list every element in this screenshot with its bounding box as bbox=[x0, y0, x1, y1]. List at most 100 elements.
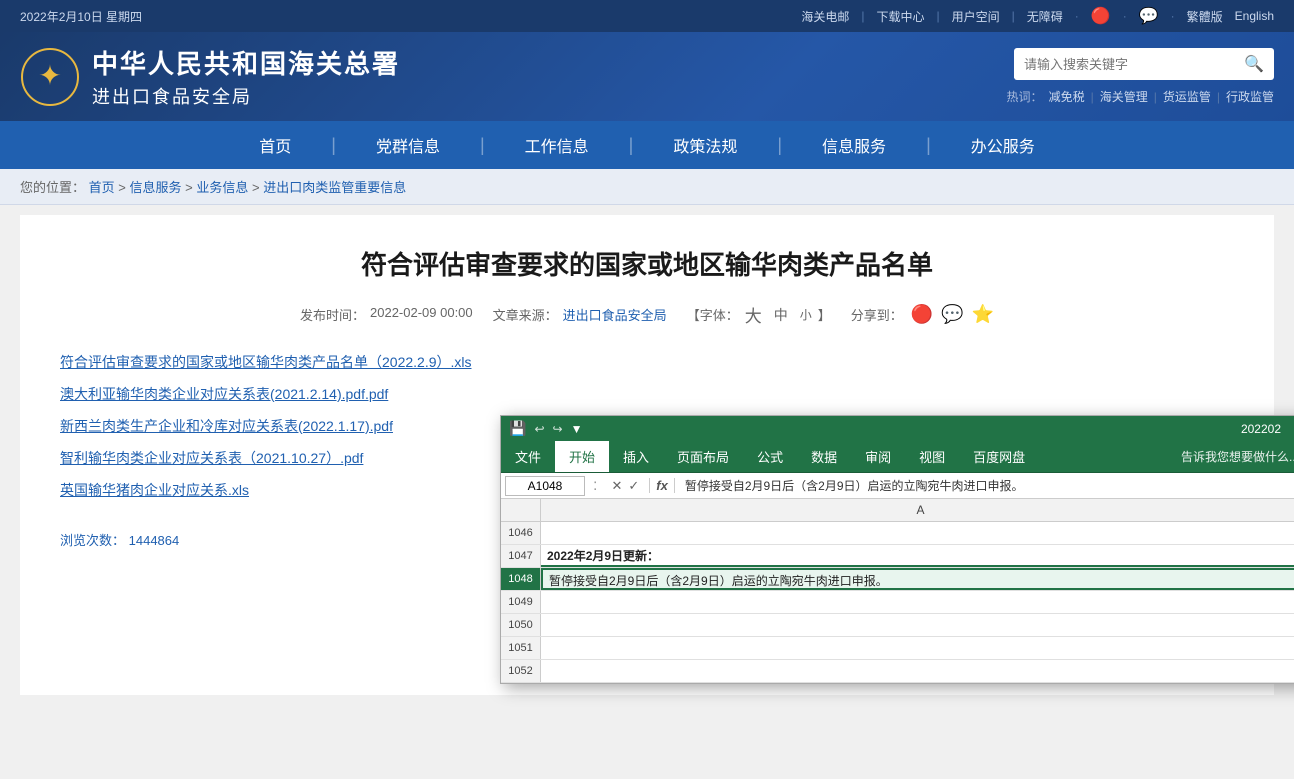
cell-1051-a[interactable] bbox=[541, 637, 1294, 659]
logo-text: 中华人民共和国海关总署 进出口食品安全局 bbox=[92, 44, 400, 109]
file-link-4[interactable]: 智利输华肉类企业对应关系表（2021.10.27）.pdf bbox=[60, 450, 363, 466]
logo-area: ✦ 中华人民共和国海关总署 进出口食品安全局 bbox=[20, 44, 400, 109]
main-content: 符合评估审查要求的国家或地区输华肉类产品名单 发布时间： 2022-02-09 … bbox=[20, 215, 1274, 695]
excel-tab-insert[interactable]: 插入 bbox=[609, 441, 663, 472]
file-link-5[interactable]: 英国输华猪肉企业对应关系.xls bbox=[60, 482, 249, 498]
excel-tell-input[interactable]: 告诉我您想要做什么... bbox=[1171, 442, 1294, 471]
link-user-space[interactable]: 用户空间 bbox=[952, 8, 1000, 25]
excel-redo-icon[interactable]: ↪ bbox=[553, 422, 563, 436]
row-num-1048: 1048 bbox=[501, 568, 541, 590]
title-main: 中华人民共和国海关总署 bbox=[92, 44, 400, 81]
hot-link-3[interactable]: 货运监管 bbox=[1163, 88, 1211, 105]
excel-tab-formula[interactable]: 公式 bbox=[743, 441, 797, 472]
svg-text:✦: ✦ bbox=[38, 60, 61, 91]
nav-home[interactable]: 首页 bbox=[219, 121, 331, 169]
title-sub: 进出口食品安全局 bbox=[92, 83, 400, 109]
breadcrumb-business[interactable]: 业务信息 bbox=[196, 180, 248, 195]
row-num-1049: 1049 bbox=[501, 591, 541, 613]
hot-links: 热词： 减免税 | 海关管理 | 货运监管 | 行政监管 bbox=[1007, 88, 1274, 105]
excel-tab-home[interactable]: 开始 bbox=[555, 441, 609, 472]
formula-cancel-icon[interactable]: ✕ bbox=[611, 478, 622, 494]
excel-filename: 202202 bbox=[1241, 422, 1281, 436]
formula-confirm-icon[interactable]: ✓ bbox=[628, 478, 639, 494]
col-header-a: A bbox=[541, 499, 1294, 521]
file-link-1[interactable]: 符合评估审查要求的国家或地区输华肉类产品名单（2022.2.9）.xls bbox=[60, 354, 472, 370]
cell-1052-a[interactable] bbox=[541, 660, 1294, 682]
publish-time: 发布时间： 2022-02-09 00:00 bbox=[300, 305, 473, 324]
excel-tab-layout[interactable]: 页面布局 bbox=[663, 441, 743, 472]
wechat-icon[interactable]: 💬 bbox=[1139, 6, 1159, 26]
share-area: 分享到： 🔴 💬 ⭐ bbox=[851, 304, 994, 325]
corner-cell bbox=[501, 499, 541, 521]
excel-title-bar: 💾 ↩ ↪ ▼ 202202 bbox=[501, 416, 1294, 441]
table-row: 1046 bbox=[501, 522, 1294, 545]
table-row: 1048 暂停接受自2月9日后（含2月9日）启运的立陶宛牛肉进口申报。 bbox=[501, 568, 1294, 591]
article-meta: 发布时间： 2022-02-09 00:00 文章来源： 进出口食品安全局 【字… bbox=[60, 302, 1234, 327]
share-weibo[interactable]: 🔴 bbox=[911, 304, 933, 325]
font-small[interactable]: 小 bbox=[800, 306, 812, 323]
share-favorite[interactable]: ⭐ bbox=[972, 304, 994, 325]
cell-1047-a[interactable]: 2022年2月9日更新： bbox=[541, 545, 1294, 567]
list-item: 澳大利亚输华肉类企业对应关系表(2021.2.14).pdf.pdf bbox=[60, 384, 1234, 404]
weibo-icon[interactable]: 🔴 bbox=[1091, 6, 1111, 26]
excel-tab-baidu[interactable]: 百度网盘 bbox=[959, 441, 1039, 472]
breadcrumb: 您的位置： 首页 > 信息服务 > 业务信息 > 进出口肉类监管重要信息 bbox=[0, 169, 1294, 205]
cell-1050-a[interactable] bbox=[541, 614, 1294, 636]
font-medium[interactable]: 中 bbox=[774, 305, 788, 325]
hot-link-1[interactable]: 减免税 bbox=[1049, 88, 1085, 105]
nav-party[interactable]: 党群信息 bbox=[336, 121, 480, 169]
nav-policy[interactable]: 政策法规 bbox=[633, 121, 777, 169]
nav-info[interactable]: 信息服务 bbox=[782, 121, 926, 169]
top-bar: 2022年2月10日 星期四 海关电邮 | 下载中心 | 用户空间 | 无障碍 … bbox=[0, 0, 1294, 32]
name-box[interactable] bbox=[505, 476, 585, 496]
nav-work[interactable]: 工作信息 bbox=[485, 121, 629, 169]
row-num-1051: 1051 bbox=[501, 637, 541, 659]
file-link-3[interactable]: 新西兰肉类生产企业和冷库对应关系表(2022.1.17).pdf bbox=[60, 418, 393, 434]
view-count-value: 1444864 bbox=[129, 533, 180, 548]
link-traditional[interactable]: 繁體版 bbox=[1187, 8, 1223, 25]
excel-tab-review[interactable]: 审阅 bbox=[851, 441, 905, 472]
view-count-label: 浏览次数： bbox=[60, 533, 125, 548]
source: 文章来源： 进出口食品安全局 bbox=[493, 305, 667, 324]
table-row: 1051 bbox=[501, 637, 1294, 660]
search-input[interactable] bbox=[1014, 51, 1234, 78]
excel-undo-icon[interactable]: ↩ bbox=[534, 422, 544, 436]
row-num-1047: 1047 bbox=[501, 545, 541, 567]
cell-1048-a[interactable]: 暂停接受自2月9日后（含2月9日）启运的立陶宛牛肉进口申报。 bbox=[541, 568, 1294, 590]
excel-tab-file[interactable]: 文件 bbox=[501, 441, 555, 472]
formula-content: 暂停接受自2月9日后（含2月9日）启运的立陶宛牛肉进口申报。 bbox=[679, 475, 1294, 496]
header-right: 🔍 热词： 减免税 | 海关管理 | 货运监管 | 行政监管 bbox=[1007, 48, 1274, 105]
cell-1046-a[interactable] bbox=[541, 522, 1294, 544]
link-email[interactable]: 海关电邮 bbox=[801, 8, 849, 25]
fx-label: fx bbox=[649, 478, 675, 493]
font-large[interactable]: 大 bbox=[745, 302, 762, 327]
excel-tab-view[interactable]: 视图 bbox=[905, 441, 959, 472]
excel-tab-data[interactable]: 数据 bbox=[797, 441, 851, 472]
breadcrumb-current: 进出口肉类监管重要信息 bbox=[263, 180, 406, 195]
nav-office[interactable]: 办公服务 bbox=[931, 121, 1075, 169]
table-row: 1047 2022年2月9日更新： bbox=[501, 545, 1294, 568]
excel-ribbon: 文件 开始 插入 页面布局 公式 数据 审阅 视图 百度网盘 告诉我您想要做什么… bbox=[501, 441, 1294, 473]
breadcrumb-label: 您的位置： bbox=[20, 180, 85, 195]
link-english[interactable]: English bbox=[1235, 9, 1274, 23]
row-num-1050: 1050 bbox=[501, 614, 541, 636]
link-accessibility[interactable]: 无障碍 bbox=[1027, 8, 1063, 25]
share-wechat[interactable]: 💬 bbox=[941, 304, 963, 325]
spreadsheet: A 1046 1047 2022年2月9日更新： 1048 暂停接受自2月9日后… bbox=[501, 499, 1294, 683]
nav-bar: 首页 | 党群信息 | 工作信息 | 政策法规 | 信息服务 | 办公服务 bbox=[0, 121, 1294, 169]
font-size-control: 【字体： 大 中 小 】 bbox=[687, 302, 831, 327]
hot-link-4[interactable]: 行政监管 bbox=[1226, 88, 1274, 105]
search-button[interactable]: 🔍 bbox=[1234, 48, 1274, 80]
breadcrumb-home[interactable]: 首页 bbox=[89, 180, 115, 195]
search-box[interactable]: 🔍 bbox=[1014, 48, 1274, 80]
excel-save-icon[interactable]: 💾 bbox=[509, 420, 526, 437]
link-download[interactable]: 下载中心 bbox=[876, 8, 924, 25]
breadcrumb-info[interactable]: 信息服务 bbox=[130, 180, 182, 195]
file-link-2[interactable]: 澳大利亚输华肉类企业对应关系表(2021.2.14).pdf.pdf bbox=[60, 386, 388, 402]
logo-icon: ✦ bbox=[20, 47, 80, 107]
table-row: 1050 bbox=[501, 614, 1294, 637]
hot-link-2[interactable]: 海关管理 bbox=[1100, 88, 1148, 105]
cell-1049-a[interactable] bbox=[541, 591, 1294, 613]
hot-label: 热词： bbox=[1007, 88, 1043, 105]
excel-toolbar-sep: ▼ bbox=[571, 422, 583, 436]
